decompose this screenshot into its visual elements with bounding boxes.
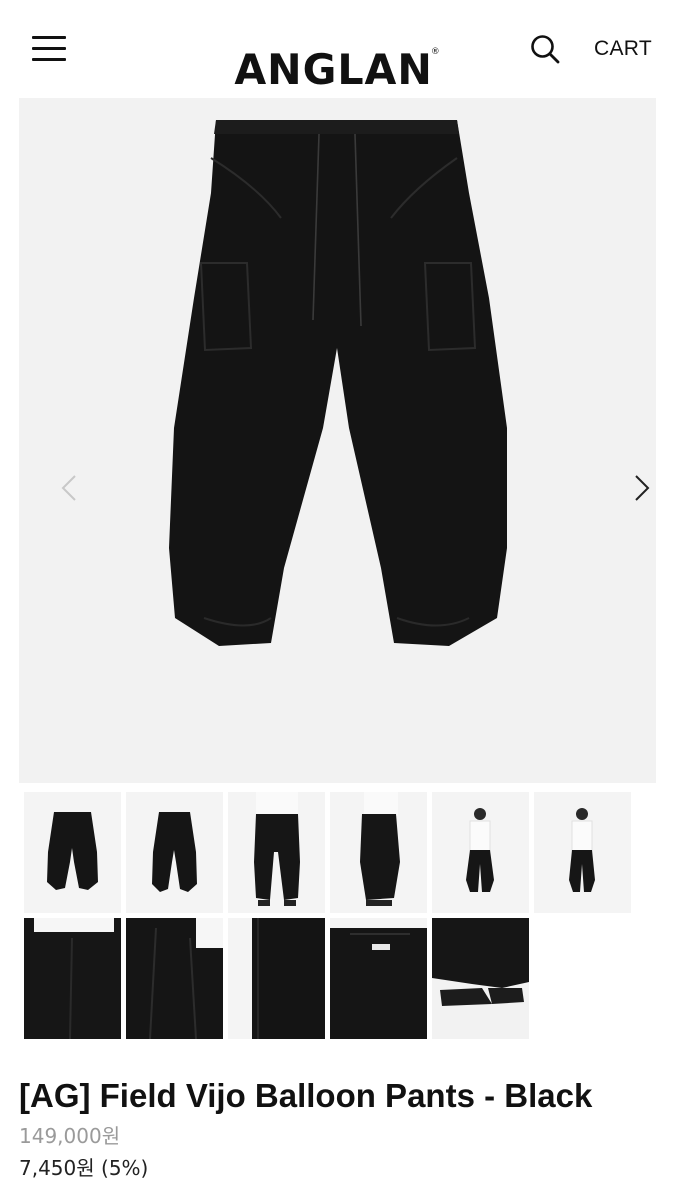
thumbnail-detail-fabric[interactable] bbox=[228, 918, 325, 1039]
original-price: 149,000원 bbox=[19, 1124, 121, 1148]
product-main-image[interactable] bbox=[19, 98, 656, 783]
chevron-left-icon[interactable] bbox=[55, 472, 83, 504]
product-image-pants bbox=[169, 120, 507, 646]
brand-logo[interactable]: ANGLAN® bbox=[7, 28, 669, 94]
thumbnail-model-front-crop[interactable] bbox=[228, 792, 325, 913]
logo-text: ANGLAN bbox=[234, 45, 433, 94]
thumbnail-pants-back[interactable] bbox=[126, 792, 223, 913]
thumbnail-pants-front[interactable] bbox=[24, 792, 121, 913]
product-title: [AG] Field Vijo Balloon Pants - Black bbox=[19, 1077, 593, 1114]
app-header: ANGLAN® CART bbox=[0, 0, 675, 98]
registered-mark: ® bbox=[430, 47, 441, 57]
search-icon[interactable] bbox=[529, 33, 561, 65]
thumbnail-model-full-back[interactable] bbox=[534, 792, 631, 913]
thumbnail-detail-pleat[interactable] bbox=[126, 918, 223, 1039]
thumbnail-model-side-crop[interactable] bbox=[330, 792, 427, 913]
thumbnail-detail-hip[interactable] bbox=[24, 918, 121, 1039]
thumbnail-detail-waist-label[interactable] bbox=[330, 918, 427, 1039]
thumbnail-model-full-front[interactable] bbox=[432, 792, 529, 913]
cart-link[interactable]: CART bbox=[594, 37, 652, 61]
sale-price: 7,450원 (5%) bbox=[19, 1156, 149, 1180]
thumbnail-detail-hem-shoes[interactable] bbox=[432, 918, 529, 1039]
chevron-right-icon[interactable] bbox=[628, 472, 656, 504]
